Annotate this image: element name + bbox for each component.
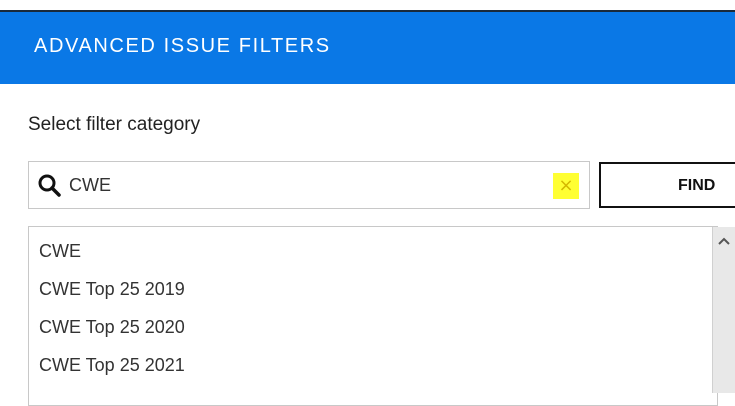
list-item-cwe-top-25-2020[interactable]: CWE Top 25 2020 — [39, 317, 185, 338]
dialog-title: ADVANCED ISSUE FILTERS — [34, 35, 331, 57]
search-input[interactable] — [69, 170, 539, 200]
filter-category-label: Select filter category — [28, 114, 201, 135]
filter-category-list[interactable]: CWE CWE Top 25 2019 CWE Top 25 2020 CWE … — [28, 226, 718, 406]
list-item-cwe-top-25-2021[interactable]: CWE Top 25 2021 — [39, 355, 185, 376]
list-item-cwe-top-25-2019[interactable]: CWE Top 25 2019 — [39, 279, 185, 300]
close-icon: × — [558, 175, 574, 196]
dialog-header: ADVANCED ISSUE FILTERS — [0, 10, 735, 84]
find-button-label: FIND — [678, 177, 716, 194]
clear-search-button[interactable]: × — [553, 173, 579, 199]
list-scrollbar[interactable] — [712, 227, 735, 393]
search-box: × — [28, 161, 590, 209]
list-item-cwe[interactable]: CWE — [39, 241, 81, 262]
chevron-up-icon[interactable] — [717, 233, 731, 245]
find-button[interactable]: FIND — [599, 162, 735, 208]
search-icon — [37, 173, 61, 197]
window-top-edge — [0, 0, 735, 10]
